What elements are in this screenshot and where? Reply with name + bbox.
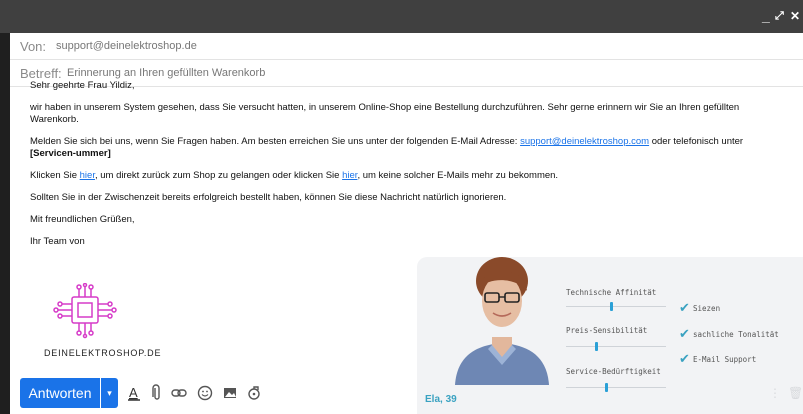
close-icon[interactable]: ✕ <box>790 8 800 24</box>
team-line: Ihr Team von <box>30 236 85 247</box>
shop-brand-name: DEINELEKTROSHOP.DE <box>44 348 162 358</box>
check-icon: ✔ <box>679 351 690 366</box>
subject-label: Betreff: <box>20 66 62 81</box>
persona-trait-factual-tone: sachliche Tonalität <box>693 330 779 339</box>
link-icon[interactable] <box>170 384 188 402</box>
slider-track-price-sensitivity <box>566 346 666 347</box>
more-options-icon[interactable]: ⋮ <box>769 386 781 400</box>
shop-link[interactable]: hier <box>80 170 95 181</box>
slider-knob-technical-affinity <box>610 302 613 311</box>
paragraph-3-text-b: , um direkt zurück zum Shop zu gelangen … <box>94 170 343 181</box>
check-icon: ✔ <box>679 326 690 341</box>
paragraph-2: Melden Sie sich bei uns, wenn Sie Fragen… <box>30 136 782 160</box>
paragraph-2-text-b: oder telefonisch unter <box>649 136 744 147</box>
slider-label-price-sensitivity: Preis-Sensibilität <box>566 326 648 335</box>
reply-button[interactable]: Antworten <box>20 378 100 408</box>
minimize-icon[interactable]: _ <box>762 8 770 24</box>
format-text-icon[interactable]: A <box>125 384 143 402</box>
subject-value: Erinnerung an Ihren gefüllten Warenkorb <box>67 67 266 79</box>
slider-knob-price-sensitivity <box>595 342 598 351</box>
shop-logo <box>53 283 117 339</box>
closing: Mit freundlichen Grüßen, <box>30 214 135 225</box>
paragraph-4: Sollten Sie in der Zwischenzeit bereits … <box>30 192 507 203</box>
attach-icon[interactable] <box>148 384 166 402</box>
from-value: support@deinelektroshop.de <box>56 40 197 52</box>
persona-trait-formal-address: Siezen <box>693 304 721 313</box>
paragraph-3: Klicken Sie hier, um direkt zurück zum S… <box>30 170 782 182</box>
maximize-icon[interactable]: ⤢ <box>775 8 784 24</box>
paragraph-1: wir haben in unserem System gesehen, das… <box>30 102 740 125</box>
persona-card: Technische Affinität Preis-Sensibilität … <box>417 257 803 414</box>
slider-label-service-need: Service-Bedürftigkeit <box>566 367 661 376</box>
paragraph-2-text-a: Melden Sie sich bei uns, wenn Sie Fragen… <box>30 136 521 147</box>
persona-trait-email-support: E-Mail Support <box>693 355 757 364</box>
service-number-placeholder: [Servicen-ummer] <box>30 148 111 159</box>
persona-name: Ela, 39 <box>425 394 457 405</box>
window-titlebar: _ ⤢ ✕ <box>0 0 803 33</box>
persona-photo <box>455 257 549 385</box>
support-email-link[interactable]: support@deinelektroshop.com <box>520 136 649 147</box>
check-icon: ✔ <box>679 300 690 315</box>
slider-track-technical-affinity <box>566 306 666 307</box>
paragraph-3-text-a: Klicken Sie <box>30 170 80 181</box>
from-row: Von: support@deinelektroshop.de <box>10 33 803 60</box>
image-icon[interactable] <box>221 384 239 402</box>
slider-knob-service-need <box>605 383 608 392</box>
slider-track-service-need <box>566 387 666 388</box>
reply-dropdown-button[interactable]: ▾ <box>101 378 118 408</box>
email-body: Sehr geehrte Frau Yildiz, wir haben in u… <box>30 80 782 258</box>
unsubscribe-link[interactable]: hier <box>342 170 357 181</box>
svg-text:A: A <box>129 385 138 400</box>
greeting: Sehr geehrte Frau Yildiz, <box>30 80 135 91</box>
trash-icon[interactable]: 🗑 <box>788 386 803 400</box>
paragraph-3-text-c: , um keine solcher E-Mails mehr zu bekom… <box>357 170 559 181</box>
lock-icon[interactable] <box>246 384 264 402</box>
slider-label-technical-affinity: Technische Affinität <box>566 288 657 297</box>
from-label: Von: <box>20 39 47 54</box>
emoji-icon[interactable] <box>196 384 214 402</box>
